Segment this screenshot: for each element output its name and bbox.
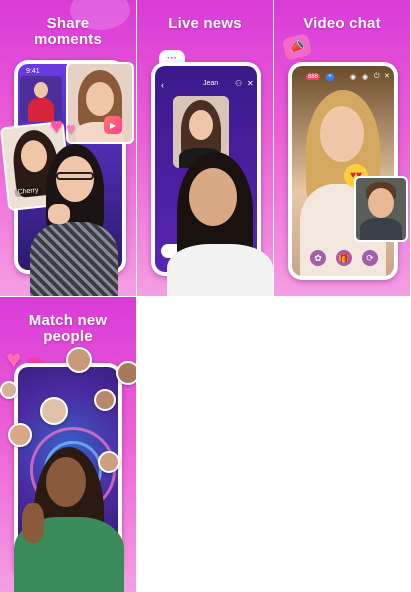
status-time: 9:41 <box>26 68 40 75</box>
heart-icon: ♥ <box>66 121 76 138</box>
switch-camera-icon[interactable]: ⟳ <box>362 250 378 266</box>
card-title: Live news <box>168 15 242 32</box>
mic-icon[interactable]: ◉ <box>350 73 356 81</box>
phone-frame: 888 + ◉ ◉ ⏻ ✕ ✿ 🎁 ⟳ <box>288 62 398 280</box>
card-title: Share moments <box>33 15 103 48</box>
woman-glasses <box>18 144 122 296</box>
effects-icon[interactable]: ✿ <box>310 250 326 266</box>
gift-icon[interactable]: 🎁 <box>336 250 352 266</box>
woman-live <box>167 152 273 296</box>
match-avatar[interactable] <box>66 347 92 373</box>
profile-icon[interactable]: ⚇ <box>235 79 242 88</box>
match-avatar[interactable] <box>40 397 68 425</box>
back-icon[interactable]: ‹ <box>161 80 164 90</box>
close-icon[interactable]: ✕ <box>384 72 390 80</box>
coin-count: 888 <box>306 74 321 80</box>
match-avatar[interactable] <box>0 381 18 399</box>
close-icon[interactable]: ✕ <box>247 79 254 88</box>
host-name: Jean <box>203 80 219 87</box>
card-title: Match new people <box>28 312 108 345</box>
video-badge-icon[interactable]: ▶ <box>104 116 122 134</box>
photo-card-blonde[interactable] <box>66 62 134 144</box>
camera-icon[interactable]: ◉ <box>362 73 368 81</box>
card-video-chat: Video chat 📣 888 + ◉ ◉ ⏻ ✕ ✿ 🎁 ⟳ ♥♥ <box>274 0 410 296</box>
add-icon[interactable]: + <box>326 73 334 81</box>
card-title: Video chat <box>303 15 381 32</box>
match-avatar[interactable] <box>8 423 32 447</box>
phone-screen: 888 + ◉ ◉ ⏻ ✕ ✿ 🎁 ⟳ <box>292 66 394 276</box>
caller-video-inset[interactable] <box>354 176 408 242</box>
match-avatar[interactable] <box>116 361 136 385</box>
woman-match <box>8 447 128 592</box>
match-avatar[interactable] <box>94 389 116 411</box>
card-share-moments: Share moments 9:41 ▶ Cherry ♥ ♥ <box>0 0 136 296</box>
card-live-news: Live news ··· ‹ Jean ⚇ ✕ <box>137 0 273 296</box>
megaphone-icon: 📣 <box>281 33 313 61</box>
power-icon[interactable]: ⏻ <box>374 73 380 81</box>
heart-icon: ♥ <box>50 113 64 138</box>
card-match-people: Match new people ♥ ♥ ♥ ♥ <box>0 297 136 592</box>
